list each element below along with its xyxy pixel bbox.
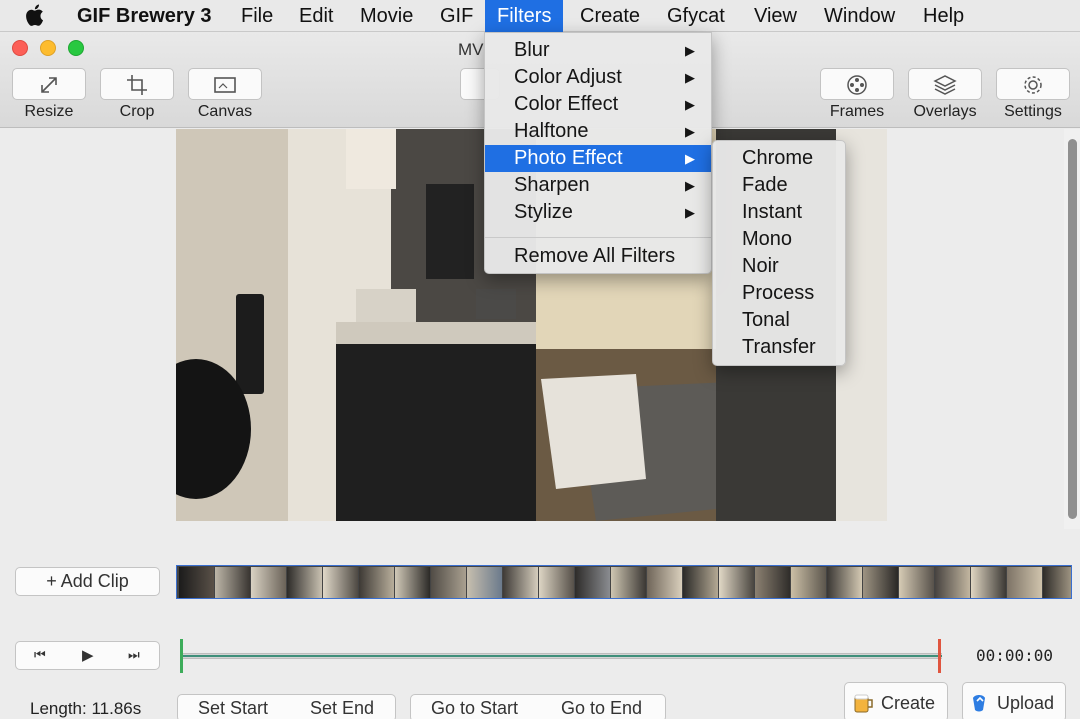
effect-noir[interactable]: Noir bbox=[713, 253, 845, 280]
resize-icon bbox=[41, 77, 57, 93]
menu-create[interactable]: Create bbox=[568, 0, 652, 32]
apple-icon[interactable] bbox=[26, 3, 46, 34]
filters-menu: Blur ▶ Color Adjust ▶ Color Effect ▶ Halfto… bbox=[484, 32, 712, 274]
upload-button[interactable]: Upload bbox=[962, 682, 1066, 719]
timecode: 00:00:00 bbox=[976, 646, 1054, 665]
remove-all-filters[interactable]: Remove All Filters bbox=[485, 243, 711, 270]
filter-stylize[interactable]: Stylize ▶ bbox=[485, 199, 711, 226]
effect-instant[interactable]: Instant bbox=[713, 199, 845, 226]
track-fill bbox=[180, 655, 942, 657]
end-marker[interactable] bbox=[938, 639, 941, 673]
submenu-arrow-icon: ▶ bbox=[685, 43, 695, 58]
menu-movie[interactable]: Movie bbox=[348, 0, 425, 32]
close-window-button[interactable] bbox=[12, 40, 28, 56]
menu-file[interactable]: File bbox=[229, 0, 285, 32]
frames-button[interactable] bbox=[820, 68, 894, 100]
transport-controls: ⏮ ▶ ⏭ bbox=[15, 641, 160, 670]
frames-label: Frames bbox=[829, 103, 885, 120]
menu-gif[interactable]: GIF bbox=[428, 0, 485, 32]
submenu-arrow-icon: ▶ bbox=[685, 151, 695, 166]
submenu-arrow-icon: ▶ bbox=[685, 124, 695, 139]
canvas-button[interactable] bbox=[188, 68, 262, 100]
timeline-filmstrip[interactable] bbox=[176, 565, 1072, 599]
submenu-arrow-icon: ▶ bbox=[685, 70, 695, 85]
menu-filters[interactable]: Filters bbox=[485, 0, 564, 32]
create-button[interactable]: Create bbox=[844, 682, 948, 719]
clip-length: Length: 11.86s bbox=[30, 699, 142, 718]
canvas-icon bbox=[214, 77, 236, 93]
filter-color-adjust[interactable]: Color Adjust ▶ bbox=[485, 64, 711, 91]
set-end-button[interactable]: Set End bbox=[310, 698, 374, 719]
layers-icon bbox=[933, 75, 957, 95]
effect-process[interactable]: Process bbox=[713, 280, 845, 307]
minimize-window-button[interactable] bbox=[40, 40, 56, 56]
beer-mug-icon bbox=[854, 694, 873, 713]
skip-forward-icon[interactable]: ⏭ bbox=[128, 647, 140, 663]
submenu-arrow-icon: ▶ bbox=[685, 97, 695, 112]
go-to-end-button[interactable]: Go to End bbox=[561, 698, 642, 719]
menu-bar: GIF Brewery 3 File Edit Movie GIF Filter… bbox=[0, 0, 1080, 32]
submenu-arrow-icon: ▶ bbox=[685, 205, 695, 220]
settings-label: Settings bbox=[1004, 103, 1062, 120]
effect-fade[interactable]: Fade bbox=[713, 172, 845, 199]
upload-label: Upload bbox=[997, 693, 1055, 713]
set-start-button[interactable]: Set Start bbox=[198, 698, 268, 719]
preview-scrollbar[interactable] bbox=[1064, 129, 1080, 529]
menu-app-name[interactable]: GIF Brewery 3 bbox=[65, 0, 224, 32]
resize-label: Resize bbox=[24, 103, 74, 120]
create-label: Create bbox=[881, 693, 936, 713]
film-reel-icon bbox=[847, 75, 867, 95]
menu-view[interactable]: View bbox=[742, 0, 809, 32]
photo-effect-submenu: Chrome Fade Instant Mono Noir Process To… bbox=[712, 140, 846, 366]
effect-chrome[interactable]: Chrome bbox=[713, 145, 845, 172]
resize-button[interactable] bbox=[12, 68, 86, 100]
filter-sharpen[interactable]: Sharpen ▶ bbox=[485, 172, 711, 199]
filter-halftone[interactable]: Halftone ▶ bbox=[485, 118, 711, 145]
play-icon[interactable]: ▶ bbox=[82, 646, 94, 664]
add-clip-button[interactable]: + Add Clip bbox=[15, 567, 160, 596]
zoom-window-button[interactable] bbox=[68, 40, 84, 56]
effect-transfer[interactable]: Transfer bbox=[713, 334, 845, 361]
filter-color-effect[interactable]: Color Effect ▶ bbox=[485, 91, 711, 118]
menu-gfycat[interactable]: Gfycat bbox=[655, 0, 737, 32]
menu-edit[interactable]: Edit bbox=[287, 0, 345, 32]
start-marker[interactable] bbox=[180, 639, 183, 673]
gfycat-icon bbox=[973, 695, 985, 712]
canvas-label: Canvas bbox=[197, 103, 253, 120]
settings-button[interactable] bbox=[996, 68, 1070, 100]
menu-separator bbox=[485, 237, 711, 238]
filter-blur[interactable]: Blur ▶ bbox=[485, 37, 711, 64]
menu-help[interactable]: Help bbox=[911, 0, 976, 32]
overlays-label: Overlays bbox=[913, 103, 977, 120]
go-to-start-button[interactable]: Go to Start bbox=[431, 698, 518, 719]
crop-button[interactable] bbox=[100, 68, 174, 100]
gear-icon bbox=[1024, 76, 1042, 94]
menu-window[interactable]: Window bbox=[812, 0, 907, 32]
effect-mono[interactable]: Mono bbox=[713, 226, 845, 253]
submenu-arrow-icon: ▶ bbox=[685, 178, 695, 193]
playback-track[interactable] bbox=[180, 653, 942, 659]
window-title: MV bbox=[458, 40, 484, 59]
scrollbar-thumb[interactable] bbox=[1068, 139, 1077, 519]
crop-icon bbox=[127, 75, 147, 95]
effect-tonal[interactable]: Tonal bbox=[713, 307, 845, 334]
goto-group: Go to Start Go to End bbox=[410, 694, 666, 719]
filter-photo-effect[interactable]: Photo Effect ▶ bbox=[485, 145, 711, 172]
crop-label: Crop bbox=[119, 103, 155, 120]
skip-back-icon[interactable]: ⏮ bbox=[34, 647, 46, 663]
start-end-group: Set Start Set End bbox=[177, 694, 396, 719]
overlays-button[interactable] bbox=[908, 68, 982, 100]
